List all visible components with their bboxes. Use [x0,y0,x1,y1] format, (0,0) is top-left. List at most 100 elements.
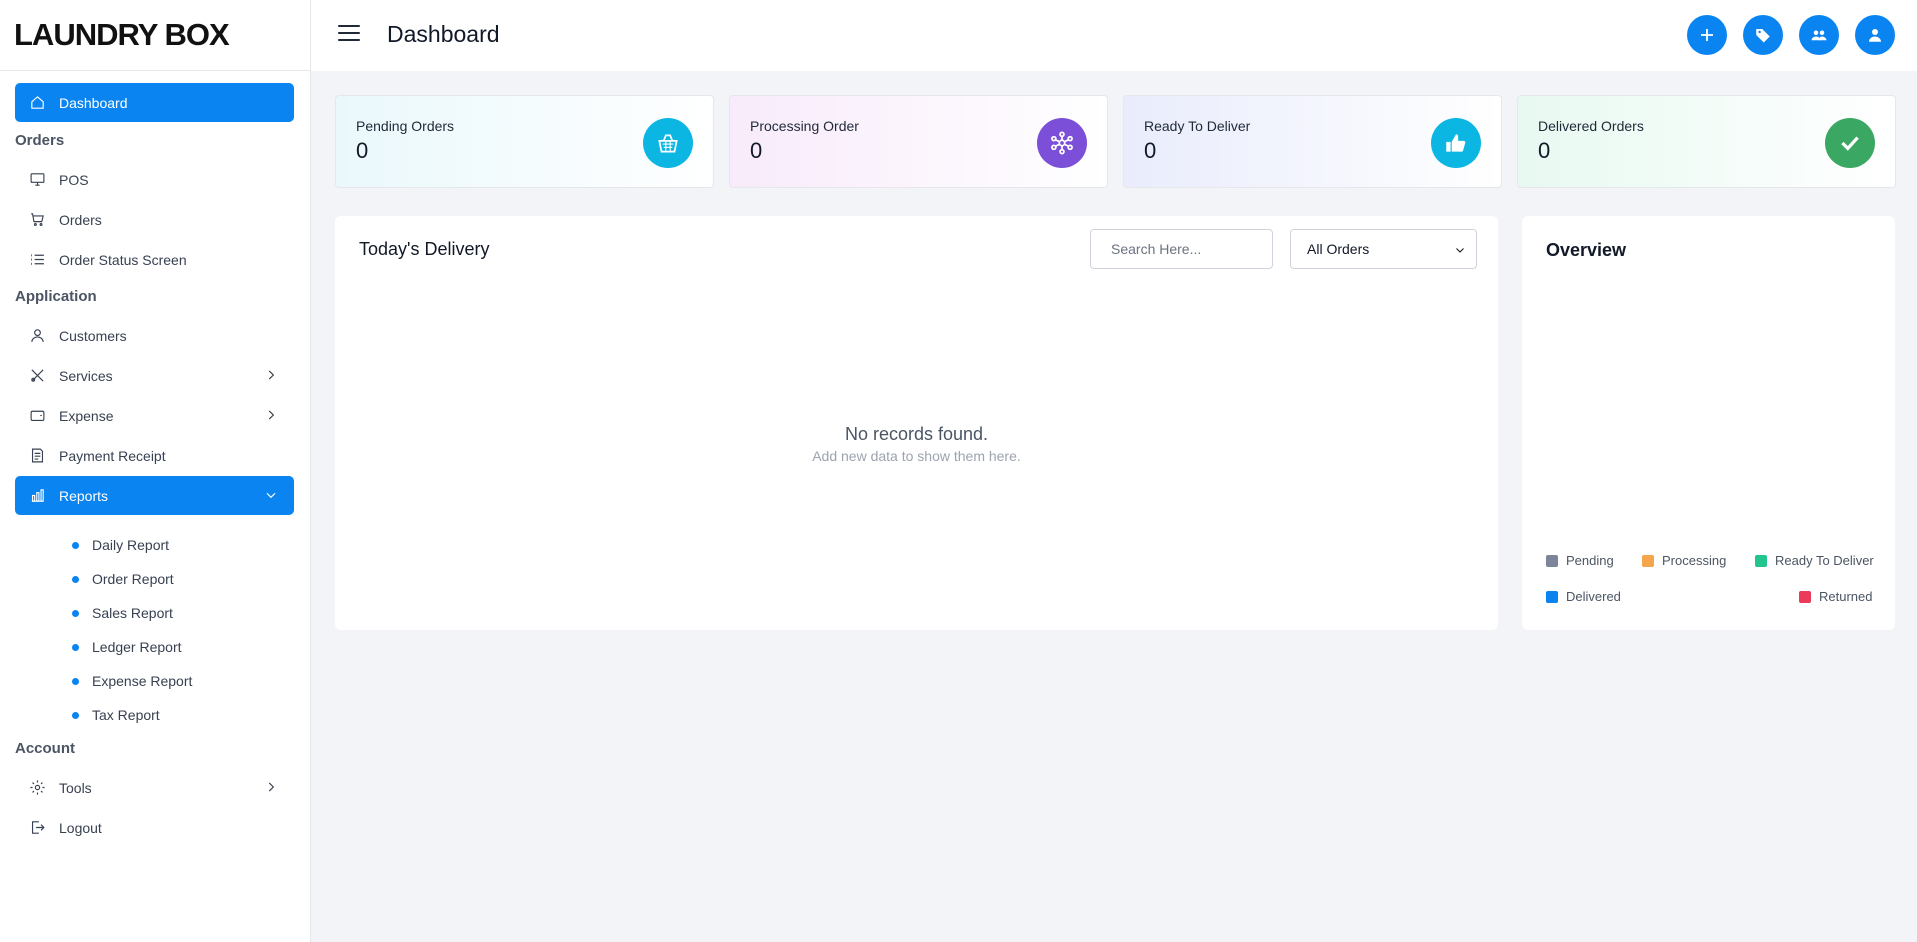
report-item-sales[interactable]: Sales Report [72,605,173,621]
stat-label: Processing Order [750,118,859,134]
report-item-tax[interactable]: Tax Report [72,707,160,723]
chevron-right-icon [264,780,278,794]
list-icon [28,251,46,269]
plus-icon [1701,29,1713,41]
stat-value: 0 [1538,138,1551,163]
sidebar-item-payment-receipt[interactable]: Payment Receipt [15,436,294,475]
sidebar-item-dashboard[interactable]: Dashboard [15,83,294,122]
report-item-order[interactable]: Order Report [72,571,174,587]
stat-value: 0 [1144,138,1157,163]
bullet-icon [72,609,79,617]
legend-item-ready[interactable]: Ready To Deliver [1755,553,1874,568]
legend-label: Delivered [1566,589,1621,604]
empty-state-title: No records found. [844,424,989,444]
legend-swatch [1546,554,1558,567]
bullet-icon [72,711,79,719]
sidebar: LAUNDRY BOX Dashboard Orders POS Orders … [0,0,311,942]
users-button[interactable] [1799,15,1839,55]
report-item-expense[interactable]: Expense Report [72,673,192,689]
legend-label: Returned [1819,589,1873,604]
sidebar-item-label: Orders [59,211,102,228]
search-input[interactable]: Search Here... [1090,229,1273,269]
order-filter-select[interactable]: All Orders [1290,229,1477,269]
legend-item-returned[interactable]: Returned [1799,589,1872,604]
legend-swatch [1642,554,1654,567]
select-value: All Orders [1307,241,1370,257]
panel-title: Overview [1546,240,1627,260]
check-icon [1825,118,1875,168]
report-item-ledger[interactable]: Ledger Report [72,639,182,655]
report-item-label: Expense Report [92,673,193,689]
bullet-icon [72,575,79,583]
empty-state-subtitle: Add new data to show them here. [812,448,1021,464]
thumbs-up-icon [1431,118,1481,168]
report-item-label: Sales Report [92,605,173,621]
stat-label: Pending Orders [356,118,455,134]
report-item-daily[interactable]: Daily Report [72,537,169,553]
legend-item-delivered[interactable]: Delivered [1546,589,1621,604]
report-item-label: Daily Report [92,537,170,553]
sidebar-item-order-status-screen[interactable]: Order Status Screen [15,240,294,279]
stat-label: Ready To Deliver [1144,118,1251,134]
report-item-label: Ledger Report [92,639,182,655]
basket-icon [643,118,693,168]
sidebar-item-label: Logout [59,819,102,836]
users-icon [1811,30,1827,41]
overview-panel: Overview Pending Processing Ready To Del… [1522,216,1895,630]
todays-delivery-panel: Today's Delivery Search Here... All Orde… [335,216,1498,630]
sidebar-item-services[interactable]: Services [15,356,294,395]
sidebar-item-reports[interactable]: Reports [15,476,294,515]
stat-card-delivered[interactable]: Delivered Orders 0 [1517,95,1896,188]
tag-button[interactable] [1743,15,1783,55]
panel-title: Today's Delivery [359,239,490,259]
section-account: Account [15,740,75,757]
stat-value: 0 [356,138,369,163]
stat-card-processing[interactable]: Processing Order 0 [729,95,1108,188]
logout-icon [28,819,46,837]
stat-card-pending[interactable]: Pending Orders 0 [335,95,714,188]
chevron-right-icon [264,368,278,382]
legend-swatch [1799,590,1811,603]
tag-icon [1756,29,1770,43]
legend-label: Processing [1662,553,1727,568]
section-orders: Orders [15,132,65,149]
sidebar-item-label: Tools [59,779,92,796]
chevron-right-icon [264,408,278,422]
brand-logo[interactable]: LAUNDRY BOX [0,0,310,71]
bar-chart-icon [28,487,46,505]
profile-button[interactable] [1855,15,1895,55]
sidebar-item-label: POS [59,171,89,188]
sidebar-item-label: Expense [59,407,114,424]
sidebar-item-customers[interactable]: Customers [15,316,294,355]
home-icon [28,94,46,112]
sidebar-item-label: Dashboard [59,94,128,111]
sidebar-item-expense[interactable]: Expense [15,396,294,435]
top-header: Dashboard [311,0,1917,71]
sidebar-item-pos[interactable]: POS [15,160,294,199]
legend-swatch [1755,554,1767,567]
sidebar-item-label: Services [59,367,113,384]
page-title: Dashboard [387,21,500,47]
tools-cross-icon [28,367,46,385]
sidebar-item-orders[interactable]: Orders [15,200,294,239]
sidebar-item-tools[interactable]: Tools [15,768,294,807]
add-button[interactable] [1687,15,1727,55]
gear-icon [28,779,46,797]
bullet-icon [72,541,79,549]
legend-item-pending[interactable]: Pending [1546,553,1614,568]
sidebar-item-logout[interactable]: Logout [15,808,294,847]
section-application: Application [15,288,97,305]
legend-swatch [1546,590,1558,603]
cart-icon [28,211,46,229]
stat-value: 0 [750,138,763,163]
wallet-icon [28,407,46,425]
legend-item-processing[interactable]: Processing [1642,553,1726,568]
legend-label: Pending [1566,553,1614,568]
legend-label: Ready To Deliver [1775,553,1874,568]
chevron-down-icon [264,488,278,502]
menu-toggle-icon[interactable] [338,25,360,45]
sidebar-item-label: Order Status Screen [59,251,187,268]
stat-card-ready[interactable]: Ready To Deliver 0 [1123,95,1502,188]
sidebar-item-label: Reports [59,487,109,504]
network-icon [1037,118,1087,168]
